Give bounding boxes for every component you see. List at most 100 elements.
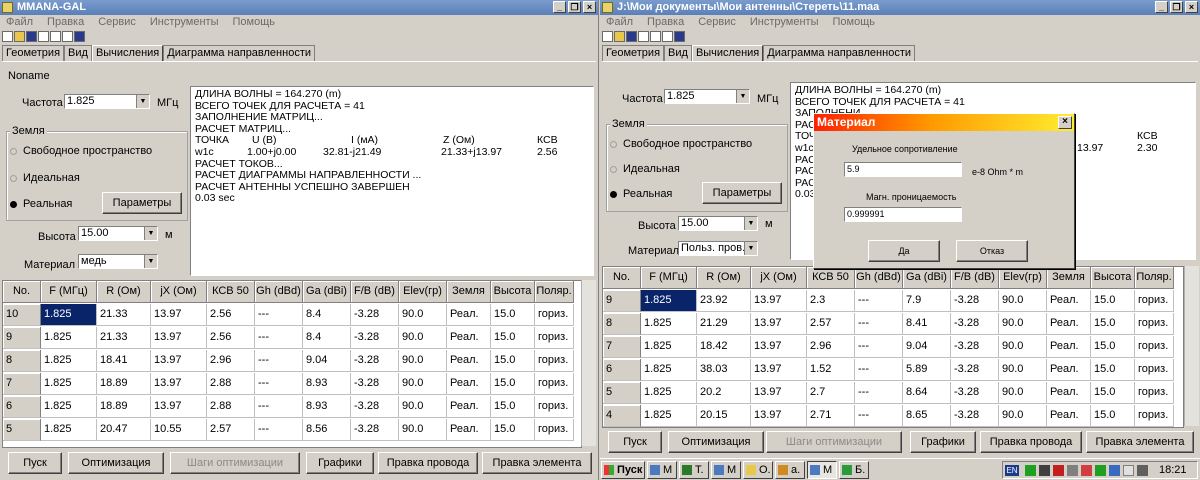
table-cell[interactable]: 15.0 xyxy=(491,419,535,441)
restore-icon[interactable]: ❐ xyxy=(568,1,581,13)
column-header[interactable]: F/B (dB) xyxy=(951,267,999,289)
height-combo[interactable]: 15.00 ▼ xyxy=(78,226,158,241)
optimization-steps-button[interactable]: Шаги оптимизации xyxy=(170,452,300,474)
table-cell[interactable]: гориз. xyxy=(1135,313,1174,335)
table-icon[interactable] xyxy=(650,31,661,42)
close-icon[interactable]: × xyxy=(583,1,596,13)
tray-icon[interactable] xyxy=(1109,465,1120,476)
table-cell[interactable]: гориз. xyxy=(1135,290,1174,312)
menu-help[interactable]: Помощь xyxy=(832,15,875,30)
table-cell[interactable]: 18.42 xyxy=(697,336,751,358)
table-cell[interactable]: 2.3 xyxy=(807,290,855,312)
table-cell[interactable]: -3.28 xyxy=(951,313,999,335)
table-cell[interactable]: -3.28 xyxy=(351,419,399,441)
table-cell[interactable]: 7.9 xyxy=(903,290,951,312)
radio-real[interactable]: Реальная xyxy=(610,188,672,200)
table-cell[interactable]: 8.4 xyxy=(303,327,351,349)
table-cell[interactable]: 20.2 xyxy=(697,382,751,404)
table-cell[interactable]: 90.0 xyxy=(999,336,1047,358)
tray-icon[interactable] xyxy=(1053,465,1064,476)
edit-element-button[interactable]: Правка элемента xyxy=(482,452,592,474)
taskbar-item[interactable]: M xyxy=(711,461,741,479)
table-cell[interactable]: 20.15 xyxy=(697,405,751,427)
table-cell[interactable]: 21.33 xyxy=(97,327,151,349)
table-cell[interactable]: 5 xyxy=(603,382,641,404)
radio-ideal[interactable]: Идеальная xyxy=(610,163,680,175)
table-cell[interactable]: 13.97 xyxy=(751,405,807,427)
column-header[interactable]: КСВ 50 xyxy=(807,267,855,289)
table-cell[interactable]: 1.825 xyxy=(41,350,97,372)
table-cell[interactable]: 1.825 xyxy=(641,313,697,335)
column-header[interactable]: Ga (dBi) xyxy=(903,267,951,289)
table-cell[interactable]: 13.97 xyxy=(151,350,207,372)
taskbar-item[interactable]: Б. xyxy=(839,461,869,479)
table-cell[interactable]: --- xyxy=(855,313,903,335)
table-cell[interactable]: 5 xyxy=(3,419,41,441)
table-cell[interactable]: -3.28 xyxy=(951,405,999,427)
menu-help[interactable]: Помощь xyxy=(232,15,275,30)
tab-calculations[interactable]: Вычисления xyxy=(691,45,764,61)
radio-free-space[interactable]: Свободное пространство xyxy=(10,145,152,157)
taskbar-item[interactable]: O. xyxy=(743,461,773,479)
table-cell[interactable]: 8 xyxy=(3,350,41,372)
right-results-table[interactable]: No. F (МГц) R (Ом) jX (Ом) КСВ 50 Gh (dBd) Ga … xyxy=(602,266,1184,428)
tune-icon[interactable] xyxy=(62,31,73,42)
table-cell[interactable]: 13.97 xyxy=(751,359,807,381)
tray-icon[interactable] xyxy=(1067,465,1078,476)
open-folder-icon[interactable] xyxy=(614,31,625,42)
table-cell[interactable]: 10.55 xyxy=(151,419,207,441)
taskbar-item[interactable]: M xyxy=(647,461,677,479)
table-cell[interactable]: 15.0 xyxy=(1091,382,1135,404)
table-cell[interactable]: 13.97 xyxy=(151,396,207,418)
tray-icon[interactable] xyxy=(1025,465,1036,476)
table-cell[interactable]: 7 xyxy=(3,373,41,395)
table-cell[interactable]: 2.96 xyxy=(207,350,255,372)
table-cell[interactable]: 90.0 xyxy=(999,382,1047,404)
tray-icon[interactable] xyxy=(1123,465,1134,476)
table-cell[interactable]: 2.88 xyxy=(207,373,255,395)
column-header[interactable]: Поляр. xyxy=(1135,267,1174,289)
column-header[interactable]: F (МГц) xyxy=(641,267,697,289)
freq-combo[interactable]: 1.825 ▼ xyxy=(64,94,150,109)
table-cell[interactable]: Реал. xyxy=(447,396,491,418)
graphs-button[interactable]: Графики xyxy=(910,431,976,453)
table-cell[interactable]: 7 xyxy=(603,336,641,358)
optimize-button[interactable]: Оптимизация xyxy=(68,452,164,474)
table-cell[interactable]: 15.0 xyxy=(491,396,535,418)
minimize-icon[interactable]: _ xyxy=(1155,1,1168,13)
edit-wire-button[interactable]: Правка провода xyxy=(378,452,478,474)
table-cell[interactable]: 13.97 xyxy=(751,290,807,312)
column-header[interactable]: Земля xyxy=(447,281,491,303)
table-cell[interactable]: --- xyxy=(855,359,903,381)
taskbar-item-active[interactable]: M xyxy=(807,461,837,479)
table-cell[interactable]: 8.56 xyxy=(303,419,351,441)
table-cell[interactable]: 8.93 xyxy=(303,373,351,395)
table-cell[interactable]: --- xyxy=(255,350,303,372)
table-cell[interactable]: Реал. xyxy=(1047,382,1091,404)
table-cell[interactable]: гориз. xyxy=(535,419,574,441)
radio-ideal[interactable]: Идеальная xyxy=(10,172,80,184)
tab-geometry[interactable]: Геометрия xyxy=(2,45,65,61)
table-cell[interactable]: 2.57 xyxy=(807,313,855,335)
column-header[interactable]: Gh (dBd) xyxy=(255,281,303,303)
tray-icon[interactable] xyxy=(1081,465,1092,476)
material-combo[interactable]: Польз. пров. ▼ xyxy=(678,241,758,256)
column-header[interactable]: Высота xyxy=(1091,267,1135,289)
table-cell[interactable]: 8 xyxy=(603,313,641,335)
table-cell[interactable]: гориз. xyxy=(1135,336,1174,358)
column-header[interactable]: R (Ом) xyxy=(697,267,751,289)
table-cell[interactable]: -3.28 xyxy=(951,290,999,312)
column-header[interactable]: КСВ 50 xyxy=(207,281,255,303)
column-header[interactable]: jX (Ом) xyxy=(751,267,807,289)
table-cell[interactable]: 90.0 xyxy=(399,373,447,395)
table-cell[interactable]: 1.825 xyxy=(41,327,97,349)
language-indicator[interactable]: EN xyxy=(1005,465,1019,476)
table-cell[interactable]: Реал. xyxy=(1047,405,1091,427)
menu-service[interactable]: Сервис xyxy=(98,15,136,30)
height-combo[interactable]: 15.00 ▼ xyxy=(678,216,758,231)
table-cell[interactable]: --- xyxy=(855,290,903,312)
table-cell[interactable]: 21.33 xyxy=(97,304,151,326)
table-cell[interactable]: 2.88 xyxy=(207,396,255,418)
minimize-icon[interactable]: _ xyxy=(553,1,566,13)
table-cell[interactable]: -3.28 xyxy=(351,304,399,326)
